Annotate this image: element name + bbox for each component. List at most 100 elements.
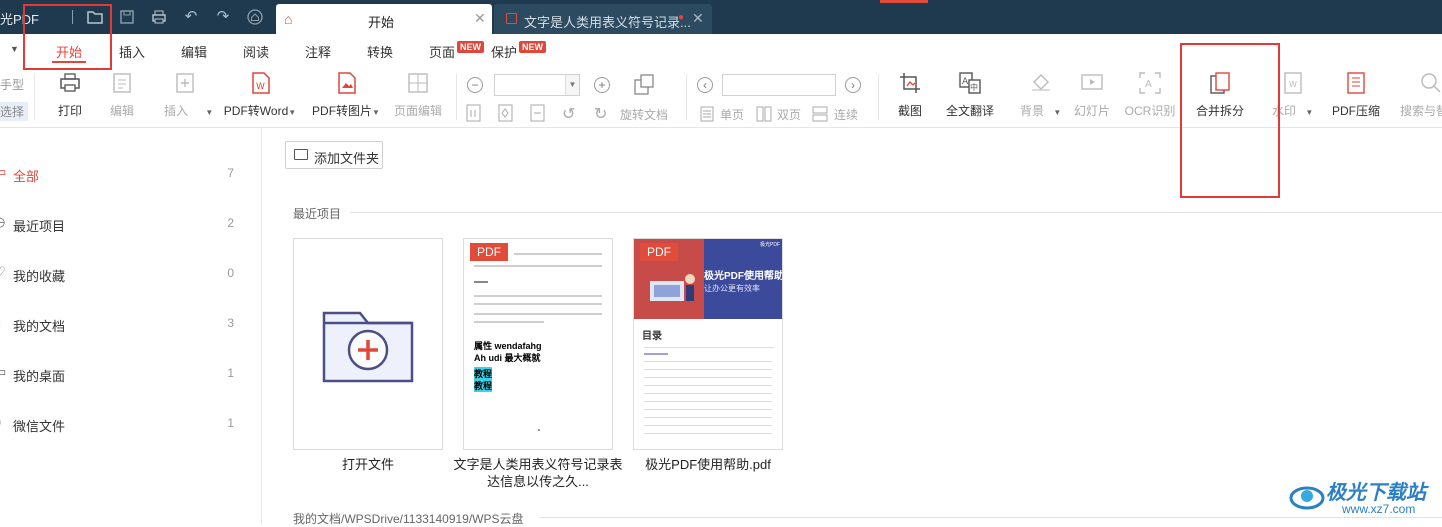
zoom-in-icon[interactable]: + [594,77,610,93]
print-button[interactable]: 打印 [52,70,88,119]
toc-line [644,361,772,362]
toc-line [644,425,772,426]
menu-annotate[interactable]: 注释 [305,42,331,61]
pdf-compress-button[interactable]: PDF压缩 [1330,70,1382,119]
slideshow-button[interactable]: 幻灯片 [1072,70,1112,119]
card-label: 极光PDF使用帮助.pdf [645,457,771,472]
menu-read[interactable]: 阅读 [243,42,269,61]
sidebar-item-wechat[interactable]: ◌ 微信文件 1 [0,408,262,438]
divider [686,74,687,120]
page-dot [538,429,540,431]
recent-file-card[interactable]: 极光PDF使用帮助 让办公更有效率 极光PDF PDF 目录 [633,238,783,450]
full-translate-button[interactable]: A中 全文翻译 [944,70,996,119]
wechat-icon: ◌ [0,415,8,429]
pdf-to-word-button[interactable]: W PDF转Word▼ [220,70,300,119]
paint-bucket-icon [1032,74,1050,91]
recent-file-card[interactable]: PDF 属性 wendafahg Ah udi 最大概就 教程 教程 [463,238,613,450]
sidebar: ▭ 全部 7 ◷ 最近项目 2 ♡ 我的收藏 0 ▯ 我的文档 3 ▭ 我的桌面… [0,128,262,524]
recent-section-title: 最近项目 [293,207,342,221]
chevron-down-icon: ▼ [1305,108,1314,117]
ocr-button[interactable]: A OCR识别 [1124,70,1176,119]
background-button[interactable]: 背景 ▼ [1016,70,1066,119]
pdf-to-word-icon: W [252,72,270,94]
toc-line [644,401,772,402]
sidebar-item-desktop[interactable]: ▭ 我的桌面 1 [0,358,262,388]
translate-icon: A中 [959,72,981,94]
rotate-left-icon[interactable]: ↺ [562,104,575,124]
redo-icon[interactable]: ↷ [214,8,232,26]
cover-subtitle: 让办公更有效率 [704,284,760,293]
highlight-frame [23,4,112,70]
insert-button[interactable]: 插入 ▼ [160,70,214,119]
edit-icon [113,73,131,93]
chevron-down-icon: ▼ [565,75,579,95]
background-label: 背景 [1020,104,1045,118]
text-line [474,295,602,297]
pdf-to-image-icon [338,72,356,94]
print-icon[interactable] [150,8,168,26]
chevron-down-icon: ▼ [205,108,214,117]
chevron-down-icon[interactable]: ▼ [10,44,19,54]
card-label: 文字是人类用表义符号记录表达信息以传之久... [453,457,623,489]
double-page-button[interactable]: 双页 [777,106,801,123]
tab-document[interactable]: 文字是人类用表义符号记录... ● ✕ [494,4,712,34]
menu-protect[interactable]: 保护 NEW [491,41,547,61]
undo-icon[interactable]: ↶ [182,8,200,26]
clock-icon: ◷ [0,215,8,229]
page-edit-button[interactable]: 页面编辑 [392,70,444,119]
accent-bar [880,0,928,3]
insert-label: 插入 [164,104,189,118]
play-icon [1081,74,1103,90]
text-line [474,313,602,315]
actual-size-icon[interactable] [466,104,482,122]
illustration-icon [650,274,695,301]
add-folder-button[interactable]: 添加文件夹 [285,141,383,169]
toc-line [644,385,772,386]
sidebar-item-my-docs[interactable]: ▯ 我的文档 3 [0,308,262,338]
title-bar: 光PDF ↶ ↷ ⌂ 开始 ✕ 文字是人类用表义符号记录... ● ✕ [0,0,1442,34]
continuous-button[interactable]: 连续 [834,106,858,123]
page-grid-icon [408,73,428,93]
screenshot-button[interactable]: 截图 [892,70,928,119]
toc-title: 目录 [642,331,662,342]
select-tool[interactable]: 选择 [0,102,29,121]
sidebar-item-recent[interactable]: ◷ 最近项目 2 [0,208,262,238]
fit-page-icon[interactable] [498,104,514,122]
single-page-icon [700,106,714,122]
sidebar-item-all[interactable]: ▭ 全部 7 [0,158,262,188]
pdf-to-image-button[interactable]: PDF转图片▼ [310,70,382,119]
chevron-down-icon: ▼ [288,108,297,117]
watermark-logo-icon [1289,486,1325,510]
next-page-icon[interactable]: › [845,77,861,93]
text-line [474,303,602,305]
menu-insert[interactable]: 插入 [119,42,145,61]
home-icon[interactable] [246,8,264,26]
svg-text:W: W [1289,80,1297,89]
fit-width-icon[interactable] [530,104,546,122]
prev-page-icon[interactable]: ‹ [697,77,713,93]
single-page-button[interactable]: 单页 [720,106,744,123]
close-icon[interactable]: ✕ [692,10,704,27]
tab-start[interactable]: ⌂ 开始 ✕ [276,4,492,34]
open-file-card[interactable] [293,238,443,450]
pdf-to-word-label: PDF转Word [223,104,289,118]
divider [878,74,879,120]
hand-tool[interactable]: 手型 [0,76,24,93]
menu-edit[interactable]: 编辑 [181,42,207,61]
save-icon[interactable] [118,8,136,26]
edit-button[interactable]: 编辑 [104,70,140,119]
search-replace-button[interactable]: 搜索与替 [1400,70,1442,119]
doc-highlight: 教程 [474,379,493,392]
page-number-input[interactable] [722,74,836,96]
menu-page[interactable]: 页面 NEW [429,41,485,61]
rotate-right-icon[interactable]: ↻ [594,104,607,124]
heart-icon: ♡ [0,265,8,279]
toc-line [644,369,772,370]
rotate-doc-label[interactable]: 旋转文档 [620,106,668,123]
zoom-select[interactable]: ▼ [494,74,580,96]
watermark-url: www.xz7.com [1342,502,1416,516]
menu-convert[interactable]: 转换 [367,42,393,61]
close-icon[interactable]: ✕ [474,10,486,27]
sidebar-item-favorites[interactable]: ♡ 我的收藏 0 [0,258,262,288]
zoom-out-icon[interactable]: − [467,77,483,93]
